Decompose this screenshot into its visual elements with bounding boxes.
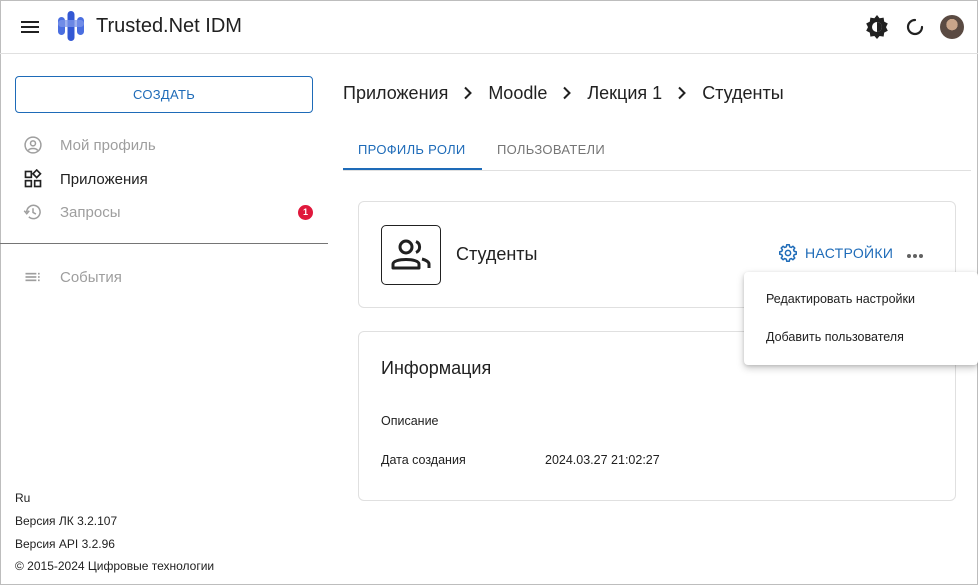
breadcrumb: Приложения Moodle Лекция 1 Студенты <box>343 81 784 105</box>
tab-users[interactable]: ПОЛЬЗОВАТЕЛИ <box>497 128 605 170</box>
sidebar-item-label: События <box>60 268 122 286</box>
brightness-icon[interactable] <box>865 15 889 39</box>
apps-icon <box>24 169 42 188</box>
chevron-right-icon <box>678 86 687 100</box>
sidebar-item-applications[interactable]: Приложения <box>15 164 315 194</box>
people-icon <box>391 239 431 270</box>
role-actions-menu: Редактировать настройки Добавить пользов… <box>744 272 978 365</box>
role-name: Студенты <box>456 244 538 264</box>
breadcrumb-current: Студенты <box>702 82 784 103</box>
notification-badge: 1 <box>298 204 313 220</box>
description-label: Описание <box>381 414 439 428</box>
breadcrumb-applications[interactable]: Приложения <box>343 83 448 104</box>
sidebar-item-events[interactable]: События <box>15 262 315 292</box>
breadcrumb-lecture[interactable]: Лекция 1 <box>587 83 662 104</box>
chevron-right-icon <box>563 86 572 100</box>
chevron-right-icon <box>464 86 473 100</box>
trusted-net-logo <box>58 11 84 41</box>
sidebar-divider <box>0 243 328 244</box>
create-button[interactable]: СОЗДАТЬ <box>15 76 313 113</box>
refresh-icon[interactable] <box>903 15 927 39</box>
settings-button[interactable]: НАСТРОЙКИ <box>779 244 893 262</box>
app-title: Trusted.Net IDM <box>96 15 242 37</box>
language-selector[interactable]: Ru <box>15 491 30 505</box>
role-icon-box <box>381 225 441 285</box>
sidebar-item-requests[interactable]: Запросы 1 <box>15 197 315 227</box>
created-date-value: 2024.03.27 21:02:27 <box>545 453 660 467</box>
sidebar-item-label: Мой профиль <box>60 136 156 154</box>
info-title: Информация <box>381 358 492 378</box>
copyright: © 2015-2024 Цифровые технологии <box>15 559 215 573</box>
gear-icon <box>779 244 797 262</box>
settings-label: НАСТРОЙКИ <box>805 245 894 261</box>
top-app-bar: Trusted.Net IDM <box>0 0 978 54</box>
list-icon <box>25 272 40 282</box>
tab-bar: ПРОФИЛЬ РОЛИ ПОЛЬЗОВАТЕЛИ <box>343 128 971 171</box>
lk-version: Версия ЛК 3.2.107 <box>15 514 118 528</box>
menu-item-edit-settings[interactable]: Редактировать настройки <box>766 292 915 306</box>
history-icon <box>23 204 41 220</box>
sidebar-item-my-profile[interactable]: Мой профиль <box>15 130 315 160</box>
more-horiz-icon[interactable] <box>905 246 925 266</box>
account-circle-icon <box>24 136 42 154</box>
sidebar-item-label: Приложения <box>60 170 148 188</box>
menu-icon[interactable] <box>18 15 42 39</box>
api-version: Версия API 3.2.96 <box>15 537 115 551</box>
tab-role-profile[interactable]: ПРОФИЛЬ РОЛИ <box>358 128 466 170</box>
active-tab-indicator <box>343 168 482 170</box>
created-date-label: Дата создания <box>381 453 466 467</box>
user-avatar[interactable] <box>940 15 964 39</box>
menu-item-add-user[interactable]: Добавить пользователя <box>766 330 904 344</box>
breadcrumb-moodle[interactable]: Moodle <box>488 83 547 104</box>
sidebar-item-label: Запросы <box>60 203 121 221</box>
